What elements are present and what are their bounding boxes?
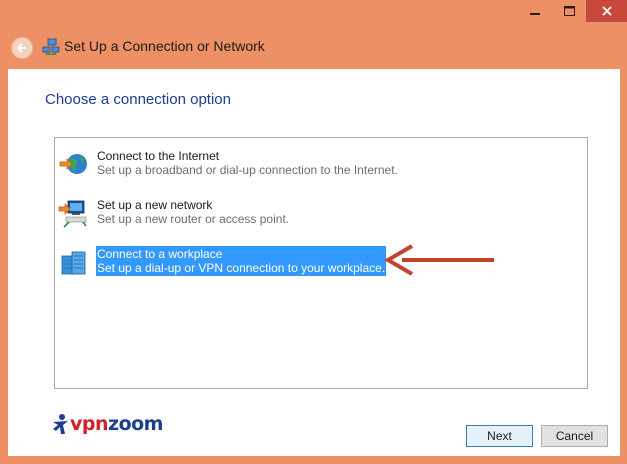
logo-text-zoom: zoom <box>108 413 163 435</box>
vpnzoom-logo: vpnzoom <box>50 412 180 438</box>
globe-network-icon <box>59 154 87 174</box>
minimize-button[interactable] <box>518 0 552 22</box>
option-new-network[interactable]: Set up a new network Set up a new router… <box>55 197 455 233</box>
option-connect-internet[interactable]: Connect to the Internet Set up a broadba… <box>55 148 455 184</box>
dialog-content: Choose a connection option Connect to th… <box>8 69 620 456</box>
option-text: Set up a new network Set up a new router… <box>96 197 290 227</box>
setup-connection-window: Set Up a Connection or Network Choose a … <box>0 0 627 464</box>
maximize-button[interactable] <box>552 0 586 22</box>
option-title: Connect to a workplace <box>97 247 223 261</box>
option-description: Set up a new router or access point. <box>97 212 290 226</box>
logo-text: vpnzoom <box>70 412 163 436</box>
maximize-icon <box>563 6 575 16</box>
close-icon <box>601 6 612 16</box>
option-description: Set up a broadband or dial-up connection… <box>97 163 398 177</box>
connection-options-list: Connect to the Internet Set up a broadba… <box>54 137 588 389</box>
next-button[interactable]: Next <box>466 425 533 447</box>
workplace-network-icon <box>61 251 86 275</box>
logo-figure-icon <box>53 414 68 434</box>
cancel-button[interactable]: Cancel <box>541 425 608 447</box>
close-button[interactable] <box>586 0 627 22</box>
page-heading: Choose a connection option <box>45 91 231 108</box>
network-setup-icon <box>42 38 60 55</box>
red-arrow-icon <box>384 244 494 276</box>
logo-text-vpn: vpn <box>70 413 109 435</box>
option-title: Connect to the Internet <box>97 149 220 163</box>
option-description: Set up a dial-up or VPN connection to yo… <box>97 261 386 275</box>
option-text: Connect to the Internet Set up a broadba… <box>96 148 399 178</box>
back-button[interactable] <box>11 37 33 59</box>
window-title: Set Up a Connection or Network <box>64 38 265 54</box>
router-network-icon <box>58 200 87 228</box>
option-title: Set up a new network <box>97 198 213 212</box>
minimize-icon <box>530 13 540 15</box>
back-arrow-icon <box>16 43 26 53</box>
option-text: Connect to a workplace Set up a dial-up … <box>96 246 387 276</box>
